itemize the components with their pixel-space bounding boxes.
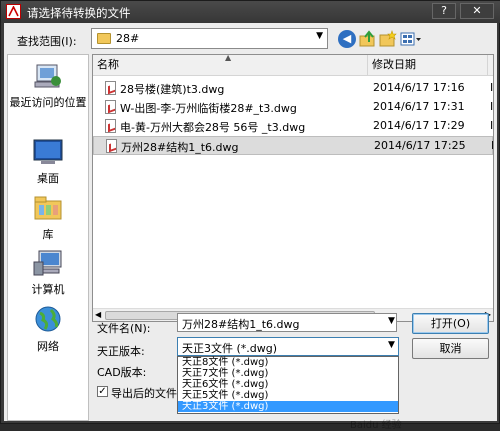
file-date: 2014/6/17 17:31 xyxy=(373,100,465,113)
place-computer[interactable]: 计算机 xyxy=(8,248,88,297)
export-checkbox[interactable]: ✓ xyxy=(97,386,108,397)
column-headers: ▲ 名称 修改日期 I xyxy=(93,55,493,76)
file-name: W-出图-李-万州临街楼28#_t3.dwg xyxy=(120,102,297,115)
version-option[interactable]: 天正5文件 (*.dwg) xyxy=(178,390,398,401)
back-icon[interactable]: ◀ xyxy=(338,30,356,48)
place-label: 库 xyxy=(42,228,54,241)
place-recent[interactable]: 最近访问的位置 xyxy=(8,61,88,110)
dwg-file-icon xyxy=(105,119,116,133)
up-folder-icon[interactable] xyxy=(359,30,377,48)
file-name-label: 文件名(N): xyxy=(97,322,151,335)
file-list[interactable]: ▲ 名称 修改日期 I 28号楼(建筑)t3.dwg 2014/6/17 17:… xyxy=(92,54,494,322)
column-header-name[interactable]: ▲ 名称 xyxy=(93,55,368,75)
look-in-value: 28# xyxy=(116,32,140,45)
autocad-logo-icon xyxy=(6,4,21,19)
file-type: I xyxy=(490,81,494,94)
computer-icon xyxy=(31,248,65,278)
file-row[interactable]: W-出图-李-万州临街楼28#_t3.dwg 2014/6/17 17:31 I xyxy=(93,98,493,117)
file-name: 万州28#结构1_t6.dwg xyxy=(121,141,239,154)
column-header-type[interactable]: I xyxy=(488,55,493,75)
file-type: I xyxy=(490,119,494,132)
file-dialog-window: 请选择待转换的文件 ? ✕ 查找范围(I): 28# ▼ ◀ 最近访问的位置 桌… xyxy=(0,0,500,431)
file-row[interactable]: 电-黄-万州大都会28号 56号 _t3.dwg 2014/6/17 17:29… xyxy=(93,117,493,136)
cancel-button[interactable]: 取消 xyxy=(412,338,489,359)
file-row-selected[interactable]: 万州28#结构1_t6.dwg 2014/6/17 17:25 I xyxy=(93,136,493,155)
look-in-label: 查找范围(I): xyxy=(17,35,77,48)
place-desktop[interactable]: 桌面 xyxy=(8,137,88,186)
window-title: 请选择待转换的文件 xyxy=(27,6,131,20)
file-date: 2014/6/17 17:29 xyxy=(373,119,465,132)
dialog-client-area: 查找范围(I): 28# ▼ ◀ 最近访问的位置 桌面 库 计算机 网络 ▲ 名… xyxy=(4,23,497,431)
desktop-icon xyxy=(31,137,65,167)
file-type: I xyxy=(490,100,494,113)
views-menu-icon[interactable] xyxy=(400,30,422,48)
chevron-down-icon[interactable]: ▼ xyxy=(316,31,323,41)
file-name-input[interactable]: 万州28#结构1_t6.dwg xyxy=(177,313,397,332)
place-network[interactable]: 网络 xyxy=(8,305,88,354)
chevron-down-icon[interactable]: ▼ xyxy=(388,340,395,350)
open-button[interactable]: 打开(O) xyxy=(412,313,489,334)
version-dropdown-list[interactable]: 天正8文件 (*.dwg) 天正7文件 (*.dwg) 天正6文件 (*.dwg… xyxy=(177,356,399,414)
recent-places-icon xyxy=(31,61,65,91)
file-type: I xyxy=(491,139,494,152)
version-label: 天正版本: xyxy=(97,345,145,358)
place-label: 网络 xyxy=(37,340,59,353)
place-label: 最近访问的位置 xyxy=(9,96,87,109)
file-date: 2014/6/17 17:25 xyxy=(374,139,466,152)
file-date: 2014/6/17 17:16 xyxy=(373,81,465,94)
version-option[interactable]: 天正7文件 (*.dwg) xyxy=(178,368,398,379)
version-select[interactable]: 天正3文件 (*.dwg) xyxy=(177,337,399,356)
chevron-down-icon[interactable]: ▼ xyxy=(388,316,395,326)
version-option-selected[interactable]: 天正3文件 (*.dwg) xyxy=(178,401,398,412)
place-label: 桌面 xyxy=(37,172,59,185)
file-name: 电-黄-万州大都会28号 56号 _t3.dwg xyxy=(120,121,306,134)
look-in-dropdown[interactable]: 28# ▼ xyxy=(91,28,328,49)
place-label: 计算机 xyxy=(31,283,65,296)
close-button[interactable]: ✕ xyxy=(460,3,494,19)
file-row[interactable]: 28号楼(建筑)t3.dwg 2014/6/17 17:16 I xyxy=(93,79,493,98)
new-folder-icon[interactable] xyxy=(379,30,397,48)
dwg-file-icon xyxy=(106,139,117,153)
version-option[interactable]: 天正6文件 (*.dwg) xyxy=(178,379,398,390)
library-icon xyxy=(31,193,65,223)
file-name: 28号楼(建筑)t3.dwg xyxy=(120,83,225,96)
cad-version-label: CAD版本: xyxy=(97,366,147,379)
column-header-date-label: 修改日期 xyxy=(372,58,416,71)
places-bar: 最近访问的位置 桌面 库 计算机 网络 xyxy=(7,54,89,421)
title-bar[interactable]: 请选择待转换的文件 ? ✕ xyxy=(1,1,500,23)
dwg-file-icon xyxy=(105,100,116,114)
column-header-date[interactable]: 修改日期 xyxy=(368,55,488,75)
sort-ascending-icon: ▲ xyxy=(225,54,232,62)
version-option[interactable]: 天正8文件 (*.dwg) xyxy=(178,357,398,368)
column-header-name-label: 名称 xyxy=(97,58,119,71)
network-icon xyxy=(31,305,65,335)
folder-icon xyxy=(97,33,111,44)
place-library[interactable]: 库 xyxy=(8,193,88,242)
dwg-file-icon xyxy=(105,81,116,95)
help-button[interactable]: ? xyxy=(432,3,456,19)
